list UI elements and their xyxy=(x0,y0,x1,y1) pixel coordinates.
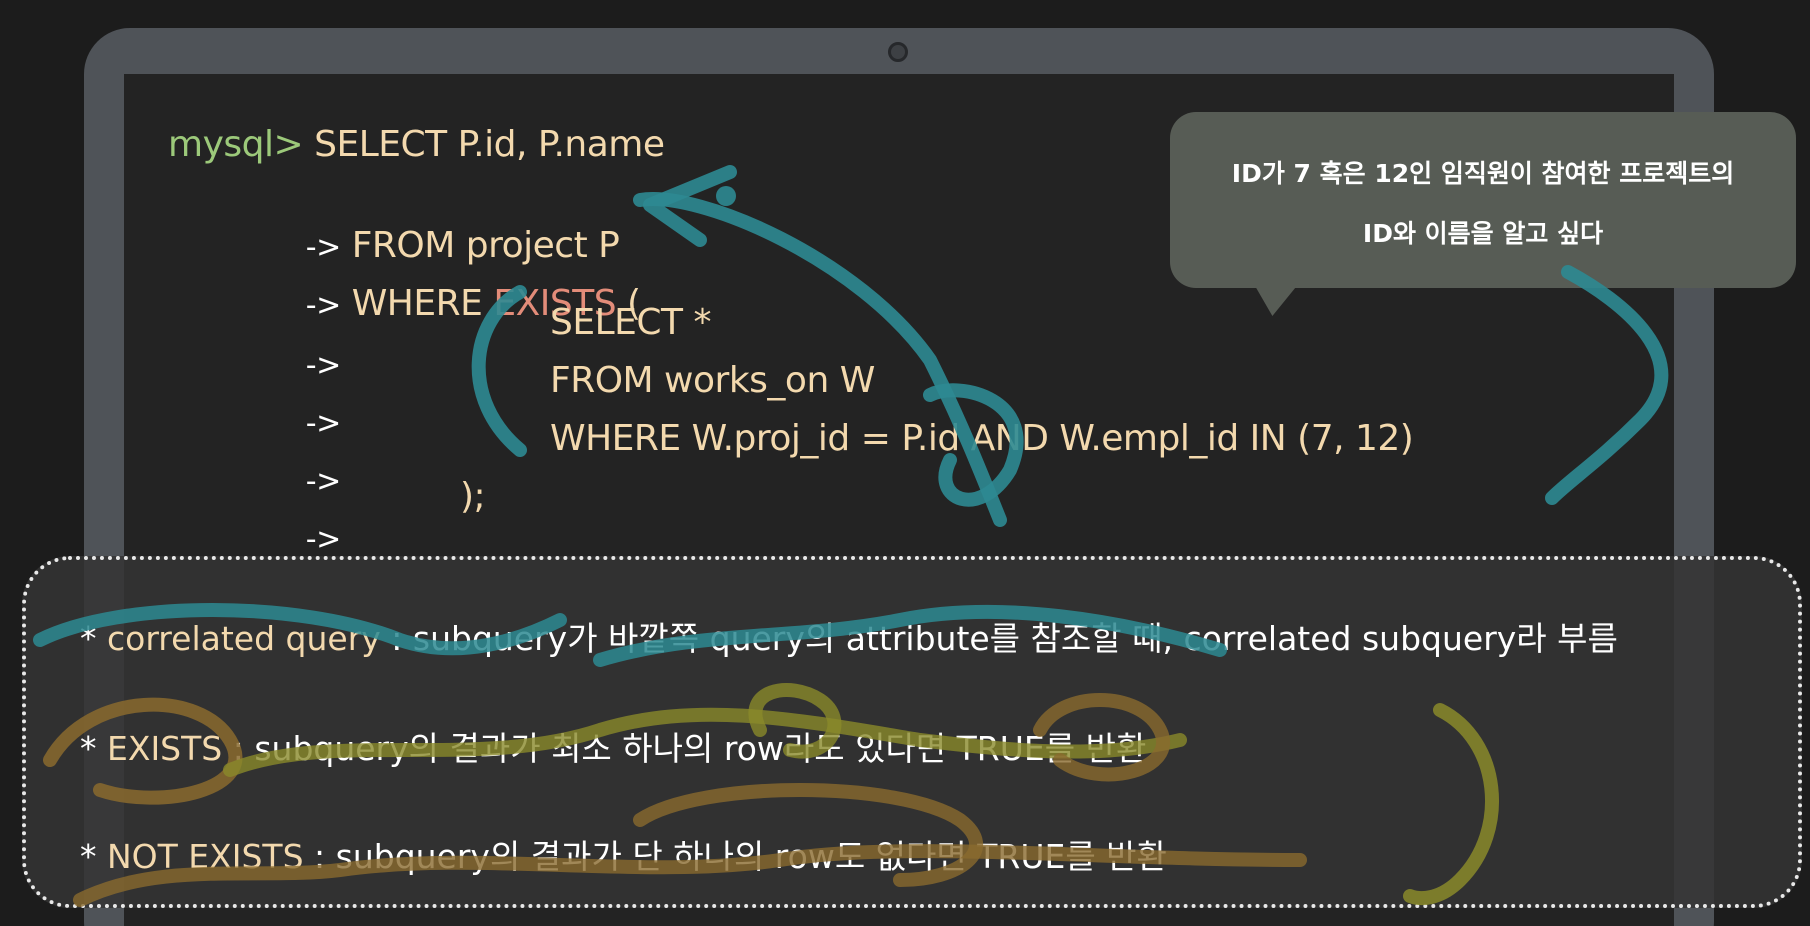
note-term: EXISTS xyxy=(96,729,223,768)
note-correlated-query: * correlated query : subquery가 바깥쪽 query… xyxy=(80,612,1618,660)
bubble-text-2: ID와 이름을 알고 싶다 xyxy=(1362,219,1604,248)
note-text: : subquery가 바깥쪽 query의 attribute를 참조할 때,… xyxy=(380,619,1618,658)
mysql-prompt: mysql> xyxy=(168,124,304,165)
code-text-1: SELECT P.id, P.name xyxy=(303,124,665,165)
code-text-7: ); xyxy=(460,476,486,517)
bullet-star: * xyxy=(80,837,97,876)
note-not-exists: * NOT EXISTS : subquery의 결과가 단 하나의 row도 … xyxy=(80,830,1167,878)
bubble-text-1: ID가 7 혹은 12인 임직원이 참여한 프로젝트의 xyxy=(1231,159,1735,188)
code-text-3a: WHERE xyxy=(351,283,494,324)
code-text-6: WHERE W.proj_id = P.id AND W.empl_id IN … xyxy=(550,418,1414,459)
notes-box: * correlated query : subquery가 바깥쪽 query… xyxy=(22,556,1802,908)
code-line-1: mysql> SELECT P.id, P.name xyxy=(168,124,665,165)
bullet-star: * xyxy=(80,619,97,658)
note-term: correlated query xyxy=(96,619,381,658)
webcam-dot-icon xyxy=(888,42,908,62)
bullet-star: * xyxy=(80,729,97,768)
note-text: : subquery의 결과가 최소 하나의 row라도 있다면 TRUE를 반… xyxy=(222,729,1147,768)
note-term: NOT EXISTS xyxy=(96,837,304,876)
code-text-5: FROM works_on W xyxy=(550,360,875,401)
continuation-arrow: -> xyxy=(305,522,341,557)
note-exists: * EXISTS : subquery의 결과가 최소 하나의 row라도 있다… xyxy=(80,722,1146,770)
speech-bubble: ID가 7 혹은 12인 임직원이 참여한 프로젝트의 ID와 이름을 알고 싶… xyxy=(1170,112,1796,288)
note-text: : subquery의 결과가 단 하나의 row도 없다면 TRUE를 반환 xyxy=(303,837,1167,876)
code-text-4: SELECT * xyxy=(550,302,711,343)
